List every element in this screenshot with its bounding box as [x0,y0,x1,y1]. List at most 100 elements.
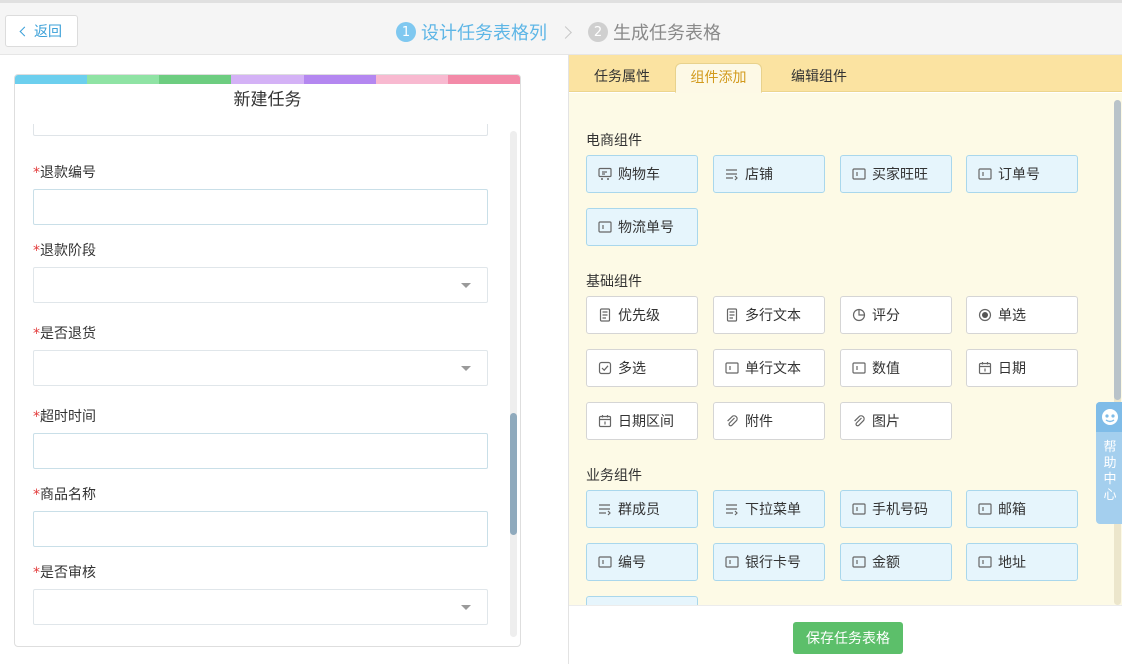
text-field-icon [598,220,612,234]
list-icon [598,502,612,516]
select-field[interactable] [33,589,488,625]
form-scrollbar[interactable] [510,131,517,637]
component-button[interactable]: 金额 [840,543,952,581]
form-field: *超时时间 [33,407,489,469]
component-list: 电商组件购物车 店铺 买家旺旺 订单号物流单号基础组件优先级 多行文本 评分 单选多选 单行文… [569,93,1122,605]
component-button[interactable]: 编号 [586,543,698,581]
field-label: *是否退货 [33,324,489,344]
scrollbar-thumb[interactable] [510,413,517,535]
chat-bot-icon [1096,402,1122,432]
component-label: 多选 [618,361,646,377]
step-label: 设计任务表格列 [421,23,547,44]
component-button[interactable]: 邮箱 [966,490,1078,528]
chevron-right-icon [559,25,572,39]
component-label: 邮箱 [998,502,1026,518]
component-scrollbar[interactable] [1114,100,1121,605]
component-button[interactable]: 日期 [966,349,1078,387]
caret-down-icon [461,366,471,371]
component-button[interactable]: 单选 [966,296,1078,334]
list-icon [725,502,739,516]
component-button[interactable]: 单行文本 [713,349,825,387]
text-field-icon [725,555,739,569]
text-field-icon [725,361,739,375]
scrollbar-thumb[interactable] [1114,100,1121,400]
required-mark: * [33,243,40,259]
field-label-text: 是否退货 [40,326,96,342]
component-label: 订单号 [998,167,1040,183]
back-button[interactable]: 返回 [5,15,78,47]
component-button[interactable]: 优先级 [586,296,698,334]
back-label: 返回 [34,24,62,40]
step-number: 2 [588,22,608,42]
section-title: 电商组件 [586,133,642,149]
component-label: 附件 [745,414,773,430]
component-label: 下拉菜单 [745,502,801,518]
calendar-icon [598,414,612,428]
required-mark: * [33,165,40,181]
checkbox-icon [598,361,612,375]
component-button[interactable]: 附件 [713,402,825,440]
component-label: 单选 [998,308,1026,324]
text-input[interactable] [33,433,488,469]
component-button[interactable]: 物流单号 [586,208,698,246]
text-field-icon [978,502,992,516]
component-label: 金额 [872,555,900,571]
component-label: 群成员 [618,502,660,518]
field-label-text: 商品名称 [40,487,96,503]
component-label: 日期 [998,361,1026,377]
component-button[interactable]: 买家旺旺 [840,155,952,193]
component-button[interactable]: 地址 [966,543,1078,581]
field-label-text: 退款阶段 [40,243,96,259]
section-title: 基础组件 [586,274,642,290]
component-label: 店铺 [745,167,773,183]
step-number: 1 [396,22,416,42]
component-label: 单行文本 [745,361,801,377]
tab-bar: 任务属性 组件添加 编辑组件 [569,55,1122,93]
required-mark: * [33,326,40,342]
component-button[interactable]: 下拉菜单 [713,490,825,528]
component-button[interactable]: 多选 [586,349,698,387]
text-input[interactable] [33,511,488,547]
component-label: 评分 [872,308,900,324]
component-label: 数值 [872,361,900,377]
component-label: 买家旺旺 [872,167,928,183]
field-label: *退款编号 [33,163,489,183]
component-panel: 任务属性 组件添加 编辑组件 电商组件购物车 店铺 买家旺旺 订单号物流单号基础组件优… [568,55,1122,664]
component-label: 手机号码 [872,502,928,518]
partial-input[interactable] [33,124,488,136]
tab-task-properties[interactable]: 任务属性 [577,63,667,93]
component-label: 地址 [998,555,1026,571]
component-button[interactable]: 购物车 [586,155,698,193]
section-title: 业务组件 [586,468,642,484]
calendar-icon [978,361,992,375]
field-label-text: 是否审核 [40,565,96,581]
cart-icon [598,167,612,181]
tab-edit-components[interactable]: 编辑组件 [774,63,864,93]
required-mark: * [33,565,40,581]
color-strip-segment [303,75,376,84]
component-button[interactable]: 多行文本 [713,296,825,334]
component-button[interactable]: 日期区间 [586,402,698,440]
paperclip-icon [725,414,739,428]
field-label-text: 超时时间 [40,409,96,425]
component-button[interactable]: 图片 [840,402,952,440]
component-button[interactable]: 订单号 [966,155,1078,193]
component-button[interactable] [586,596,698,605]
select-field[interactable] [33,350,488,386]
required-mark: * [33,487,40,503]
text-input[interactable] [33,189,488,225]
save-table-button[interactable]: 保存任务表格 [793,622,903,654]
component-button[interactable]: 评分 [840,296,952,334]
component-label: 优先级 [618,308,660,324]
component-button[interactable]: 数值 [840,349,952,387]
component-button[interactable]: 店铺 [713,155,825,193]
select-field[interactable] [33,267,488,303]
component-button[interactable]: 银行卡号 [713,543,825,581]
component-button[interactable]: 手机号码 [840,490,952,528]
component-label: 编号 [618,555,646,571]
help-center-button[interactable]: 帮助中心 [1096,402,1122,524]
footer-bar: 保存任务表格 [569,605,1122,664]
component-button[interactable]: 群成员 [586,490,698,528]
panel-title: 新建任务 [233,90,302,110]
tab-add-components[interactable]: 组件添加 [675,63,762,93]
